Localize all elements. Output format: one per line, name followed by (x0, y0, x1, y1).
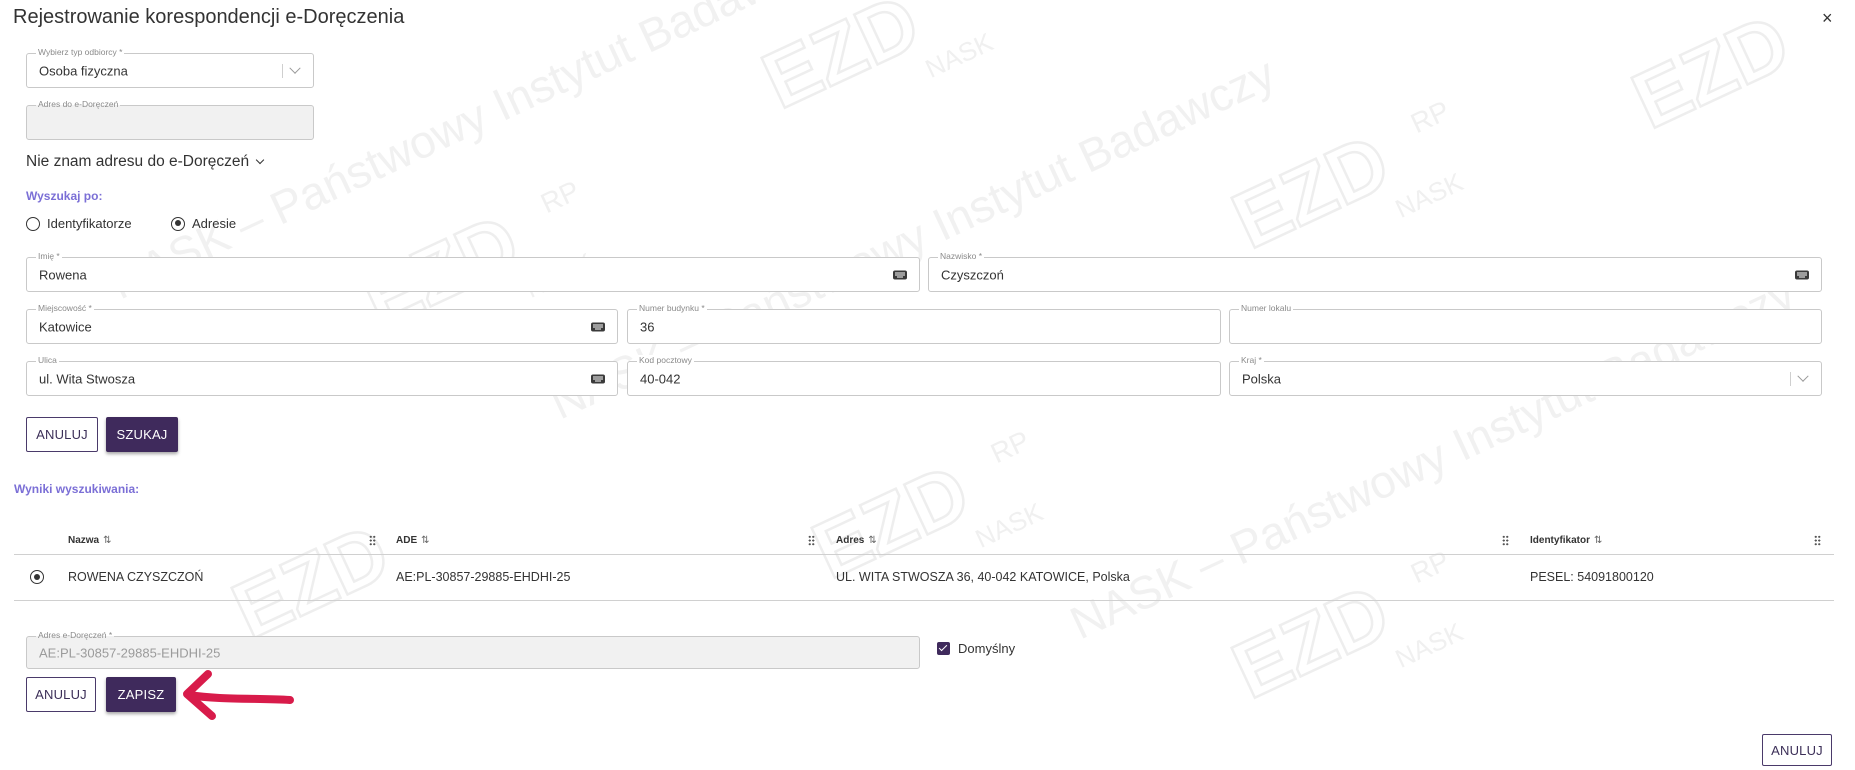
radio-search-by-identifier[interactable]: Identyfikatorze (26, 216, 132, 231)
postal-code-label: Kod pocztowy (637, 355, 694, 366)
svg-text:EZD: EZD (750, 0, 933, 125)
svg-text:NASK: NASK (1391, 616, 1468, 673)
svg-text:RP: RP (986, 425, 1034, 470)
svg-text:NASK: NASK (921, 26, 998, 83)
column-header-address[interactable]: Adres ⇅ (836, 535, 877, 546)
city-input[interactable]: Miejscowość * Katowice (26, 303, 618, 344)
building-number-value: 36 (640, 319, 655, 334)
results-label: Wyniki wyszukiwania: (14, 482, 140, 496)
dialog-title: Rejestrowanie korespondencji e-Doręczeni… (13, 6, 405, 28)
street-label: Ulica (36, 355, 59, 366)
default-checkbox-label: Domyślny (958, 641, 1016, 656)
search-by-label: Wyszukaj po: (26, 189, 103, 203)
checkbox-checked-icon (937, 642, 950, 655)
search-cancel-button[interactable]: ANULUJ (26, 417, 98, 452)
radio-identifier-label: Identyfikatorze (47, 216, 132, 231)
unknown-address-toggle-label: Nie znam adresu do e-Doręczeń (26, 153, 250, 170)
last-name-value: Czyszczoń (941, 267, 1004, 282)
ede-address-label: Adres e-Doręczeń * (36, 630, 115, 641)
sort-icon[interactable]: ⇅ (103, 535, 111, 546)
column-resize-handle[interactable] (1502, 535, 1509, 546)
column-header-identifier[interactable]: Identyfikator ⇅ (1530, 535, 1602, 546)
column-resize-handle[interactable] (1814, 535, 1821, 546)
last-name-label: Nazwisko * (938, 251, 985, 262)
apartment-number-label: Numer lokalu (1239, 303, 1294, 314)
keyboard-icon[interactable] (591, 322, 605, 331)
sort-icon[interactable]: ⇅ (1594, 535, 1602, 546)
apartment-number-input[interactable]: Numer lokalu (1229, 303, 1822, 344)
save-cancel-button[interactable]: ANULUJ (26, 677, 96, 712)
recipient-type-label: Wybierz typ odbiorcy * (36, 47, 125, 58)
street-input[interactable]: Ulica ul. Wita Stwosza (26, 355, 618, 396)
search-button[interactable]: SZUKAJ (106, 417, 178, 452)
column-resize-handle[interactable] (808, 535, 815, 546)
recipient-type-value: Osoba fizyczna (39, 63, 128, 78)
annotation-arrow-icon (183, 670, 294, 720)
column-header-ade[interactable]: ADE ⇅ (396, 535, 430, 546)
radio-address-label: Adresie (192, 216, 237, 231)
row-select-radio[interactable] (30, 570, 44, 584)
sort-icon[interactable]: ⇅ (868, 535, 876, 546)
ede-address-value: AE:PL-30857-29885-EHDHI-25 (39, 645, 221, 660)
radio-selected-icon (30, 570, 44, 584)
radio-selected-icon (171, 216, 185, 231)
results-table-header: Nazwa ⇅ ADE ⇅ Adres ⇅ Identyfikator ⇅ (14, 525, 1834, 555)
table-row[interactable]: ROWENA CZYSZCZOŃ AE:PL-30857-29885-EHDHI… (14, 555, 1834, 600)
city-value: Katowice (39, 319, 92, 334)
save-button[interactable]: ZAPISZ (106, 677, 176, 712)
country-value: Polska (1242, 371, 1282, 386)
keyboard-icon[interactable] (591, 374, 605, 383)
radio-unselected-icon (26, 216, 40, 231)
footer-cancel-button[interactable]: ANULUJ (1762, 734, 1832, 766)
chevron-down-icon (282, 62, 301, 78)
e-delivery-address-field: Adres do e-Doręczeń (26, 99, 314, 140)
cell-name: ROWENA CZYSZCZOŃ (68, 570, 204, 584)
street-value: ul. Wita Stwosza (39, 371, 136, 386)
column-resize-handle[interactable] (369, 535, 376, 546)
first-name-input[interactable]: Imię * Rowena (26, 251, 920, 292)
keyboard-icon[interactable] (893, 270, 907, 279)
svg-text:RP: RP (536, 175, 584, 220)
close-icon[interactable]: × (1822, 8, 1833, 29)
sort-icon[interactable]: ⇅ (421, 535, 429, 546)
keyboard-icon[interactable] (1795, 270, 1809, 279)
cell-ade: AE:PL-30857-29885-EHDHI-25 (396, 570, 571, 584)
e-delivery-address-label: Adres do e-Doręczeń (36, 99, 121, 110)
svg-text:NASK: NASK (1391, 166, 1468, 223)
building-number-input[interactable]: Numer budynku * 36 (627, 303, 1221, 344)
postal-code-input[interactable]: Kod pocztowy 40-042 (627, 355, 1221, 396)
default-checkbox[interactable]: Domyślny (937, 641, 1015, 656)
cell-identifier: PESEL: 54091800120 (1530, 570, 1654, 584)
radio-search-by-address[interactable]: Adresie (171, 216, 236, 231)
chevron-down-icon (255, 155, 265, 165)
first-name-label: Imię * (36, 251, 62, 262)
svg-text:RP: RP (1406, 95, 1454, 140)
cell-address: UL. WITA STWOSZA 36, 40-042 KATOWICE, Po… (836, 570, 1130, 584)
svg-text:EZD: EZD (1620, 0, 1803, 145)
table-divider (14, 600, 1834, 601)
chevron-down-icon (1790, 370, 1809, 386)
city-label: Miejscowość * (36, 303, 94, 314)
country-select[interactable]: Kraj * Polska (1229, 355, 1822, 396)
column-header-name[interactable]: Nazwa ⇅ (68, 535, 112, 546)
svg-text:EZD: EZD (1220, 117, 1403, 265)
ede-address-field: Adres e-Doręczeń * AE:PL-30857-29885-EHD… (26, 630, 920, 669)
building-number-label: Numer budynku * (637, 303, 707, 314)
last-name-input[interactable]: Nazwisko * Czyszczoń (928, 251, 1822, 292)
first-name-value: Rowena (39, 267, 87, 282)
recipient-type-select[interactable]: Wybierz typ odbiorcy * Osoba fizyczna (26, 47, 314, 88)
country-label: Kraj * (1239, 355, 1264, 366)
unknown-address-toggle[interactable]: Nie znam adresu do e-Doręczeń (26, 153, 265, 171)
postal-code-value: 40-042 (640, 371, 681, 386)
